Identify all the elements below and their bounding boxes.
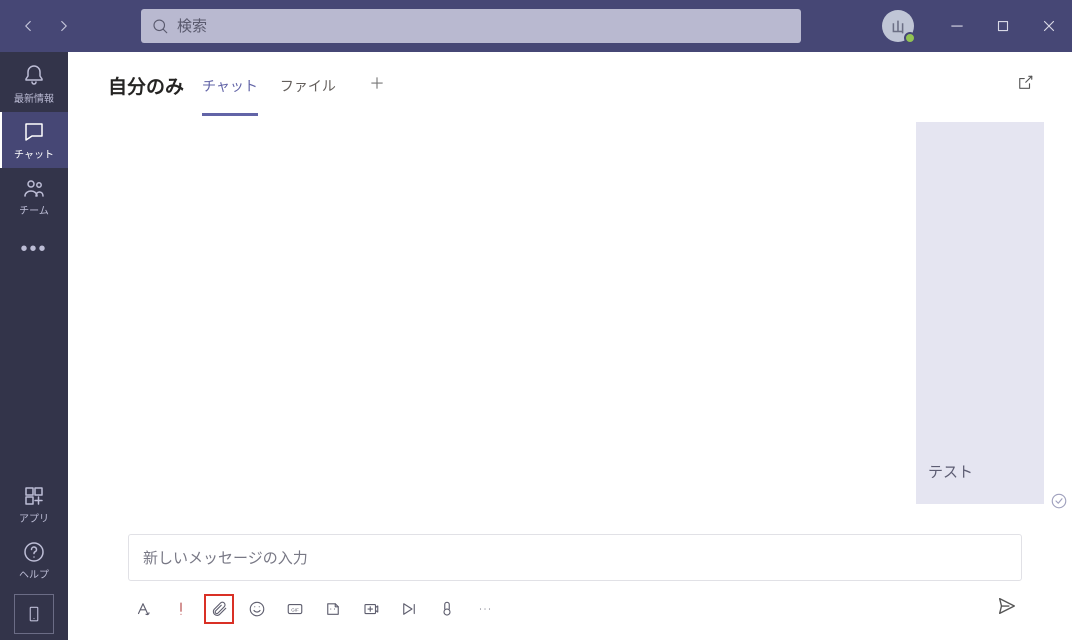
bell-icon: [22, 64, 46, 88]
search-box[interactable]: [141, 9, 801, 43]
format-icon: [134, 600, 152, 618]
rail-label: アプリ: [19, 510, 49, 525]
rail-label: チーム: [19, 202, 49, 217]
popout-icon: [1016, 74, 1034, 92]
apps-icon: [22, 484, 46, 508]
format-button[interactable]: [132, 598, 154, 620]
plus-icon: [368, 74, 386, 92]
emoji-button[interactable]: [246, 598, 268, 620]
more-actions-button[interactable]: [474, 598, 496, 620]
attach-button[interactable]: [208, 598, 230, 620]
compose-input[interactable]: [128, 534, 1022, 581]
rail-chat[interactable]: チャット: [0, 112, 68, 168]
tab-chat[interactable]: チャット: [202, 56, 258, 114]
window-close-button[interactable]: [1026, 3, 1072, 49]
priority-icon: [172, 600, 190, 618]
more-icon: [476, 600, 494, 618]
rail-label: チャット: [14, 146, 54, 161]
user-avatar[interactable]: 山: [882, 10, 914, 42]
help-icon: [22, 540, 46, 564]
rail-more[interactable]: •••: [20, 224, 47, 274]
nav-forward-button[interactable]: [46, 8, 82, 44]
compose-toolbar: GIF: [128, 581, 1022, 622]
meetup-icon: [362, 600, 380, 618]
window-minimize-button[interactable]: [934, 3, 980, 49]
praise-button[interactable]: [436, 598, 458, 620]
search-input[interactable]: [177, 18, 791, 35]
popout-button[interactable]: [1008, 66, 1042, 105]
title-bar: 山: [0, 0, 1072, 52]
message-text: テスト: [928, 461, 973, 482]
emoji-icon: [248, 600, 266, 618]
avatar-initial: 山: [891, 17, 904, 36]
message-list: テスト: [68, 122, 1044, 522]
rail-apps[interactable]: アプリ: [0, 476, 68, 532]
rail-help[interactable]: ヘルプ: [0, 532, 68, 588]
message-status-icon: [1050, 492, 1066, 508]
send-button[interactable]: [996, 595, 1018, 622]
chat-header: 自分のみ チャット ファイル: [68, 52, 1072, 118]
rail-mobile[interactable]: [14, 594, 54, 634]
sticker-button[interactable]: [322, 598, 344, 620]
presence-indicator: [904, 32, 916, 44]
gif-button[interactable]: GIF: [284, 598, 306, 620]
send-icon: [996, 595, 1018, 617]
teams-icon: [22, 176, 46, 200]
stream-icon: [400, 600, 418, 618]
tab-add-button[interactable]: [358, 64, 396, 107]
priority-button[interactable]: [170, 598, 192, 620]
nav-back-button[interactable]: [10, 8, 46, 44]
rail-activity[interactable]: 最新情報: [0, 56, 68, 112]
gif-icon: GIF: [286, 600, 304, 618]
app-rail: 最新情報 チャット チーム ••• アプリ ヘルプ: [0, 52, 68, 640]
chat-icon: [22, 120, 46, 144]
tab-files[interactable]: ファイル: [280, 56, 336, 114]
sticker-icon: [324, 600, 342, 618]
message-bubble[interactable]: テスト: [916, 122, 1044, 504]
rail-label: ヘルプ: [19, 566, 49, 581]
window-maximize-button[interactable]: [980, 3, 1026, 49]
rail-teams[interactable]: チーム: [0, 168, 68, 224]
stream-button[interactable]: [398, 598, 420, 620]
mobile-icon: [25, 605, 43, 623]
search-icon: [151, 17, 169, 35]
praise-icon: [438, 600, 456, 618]
rail-label: 最新情報: [14, 90, 54, 105]
svg-text:GIF: GIF: [291, 607, 299, 612]
attach-icon: [210, 600, 228, 618]
chat-title: 自分のみ: [108, 72, 184, 99]
meetup-button[interactable]: [360, 598, 382, 620]
